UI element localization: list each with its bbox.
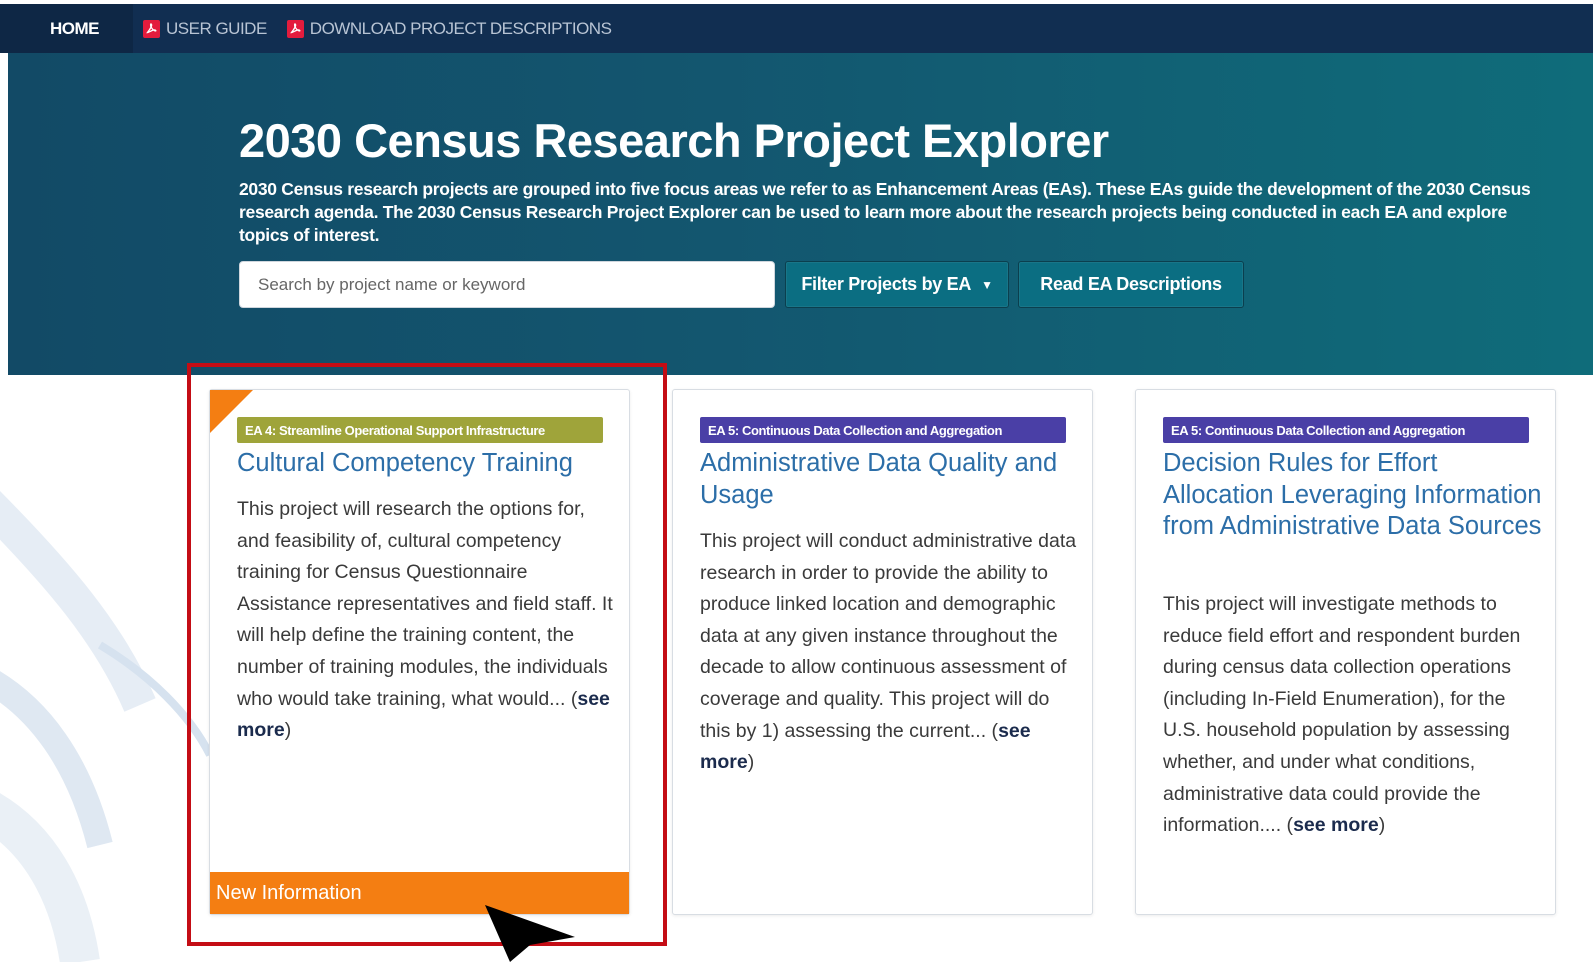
project-card[interactable]: EA 5: Continuous Data Collection and Agg… [1135,389,1556,915]
pdf-icon [143,19,160,38]
ea-badge: EA 5: Continuous Data Collection and Agg… [700,417,1066,443]
nav-user-guide-label: USER GUIDE [166,18,267,38]
project-description-text: This project will conduct administrative… [700,530,1077,742]
filter-projects-label: Filter Projects by EA [801,274,972,294]
nav-home[interactable]: HOME [0,1,133,53]
top-nav: HOME USER GUIDE DOWNLOAD PROJECT DESCRIP… [0,0,1593,53]
project-title-link[interactable]: Decision Rules for Effort Allocation Lev… [1163,448,1543,543]
ea-badge: EA 4: Streamline Operational Support Inf… [237,417,603,443]
ea-badge: EA 5: Continuous Data Collection and Agg… [1163,417,1529,443]
project-description: This project will research the options f… [237,498,613,742]
project-description: This project will conduct administrative… [700,530,1077,774]
project-description-text: This project will investigate methods to… [1163,593,1521,837]
hero-description: 2030 Census research projects are groupe… [239,179,1531,245]
project-card[interactable]: EA 5: Continuous Data Collection and Agg… [672,389,1093,915]
read-ea-descriptions-button[interactable]: Read EA Descriptions [1018,261,1244,308]
pdf-icon [286,19,304,38]
nav-user-guide[interactable]: USER GUIDE [133,4,267,53]
project-card[interactable]: EA 4: Streamline Operational Support Inf… [209,389,630,915]
caret-down-icon: ▼ [981,277,993,292]
project-description: This project will investigate methods to… [1163,593,1521,837]
hero-banner: 2030 Census Research Project Explorer 20… [8,53,1593,375]
see-more-link[interactable]: see more [1293,814,1379,836]
search-input[interactable] [239,261,775,308]
read-ea-label: Read EA Descriptions [1040,274,1222,294]
project-title-link[interactable]: Cultural Competency Training [237,448,617,480]
pointer-arrow-icon [485,905,575,962]
nav-download-label: DOWNLOAD PROJECT DESCRIPTIONS [309,18,612,38]
nav-download-descriptions[interactable]: DOWNLOAD PROJECT DESCRIPTIONS [267,4,612,53]
page-title: 2030 Census Research Project Explorer [239,114,1109,167]
project-description-text: This project will research the options f… [237,498,613,710]
project-title-link[interactable]: Administrative Data Quality and Usage [700,448,1080,511]
filter-projects-button[interactable]: Filter Projects by EA ▼ [785,261,1009,308]
